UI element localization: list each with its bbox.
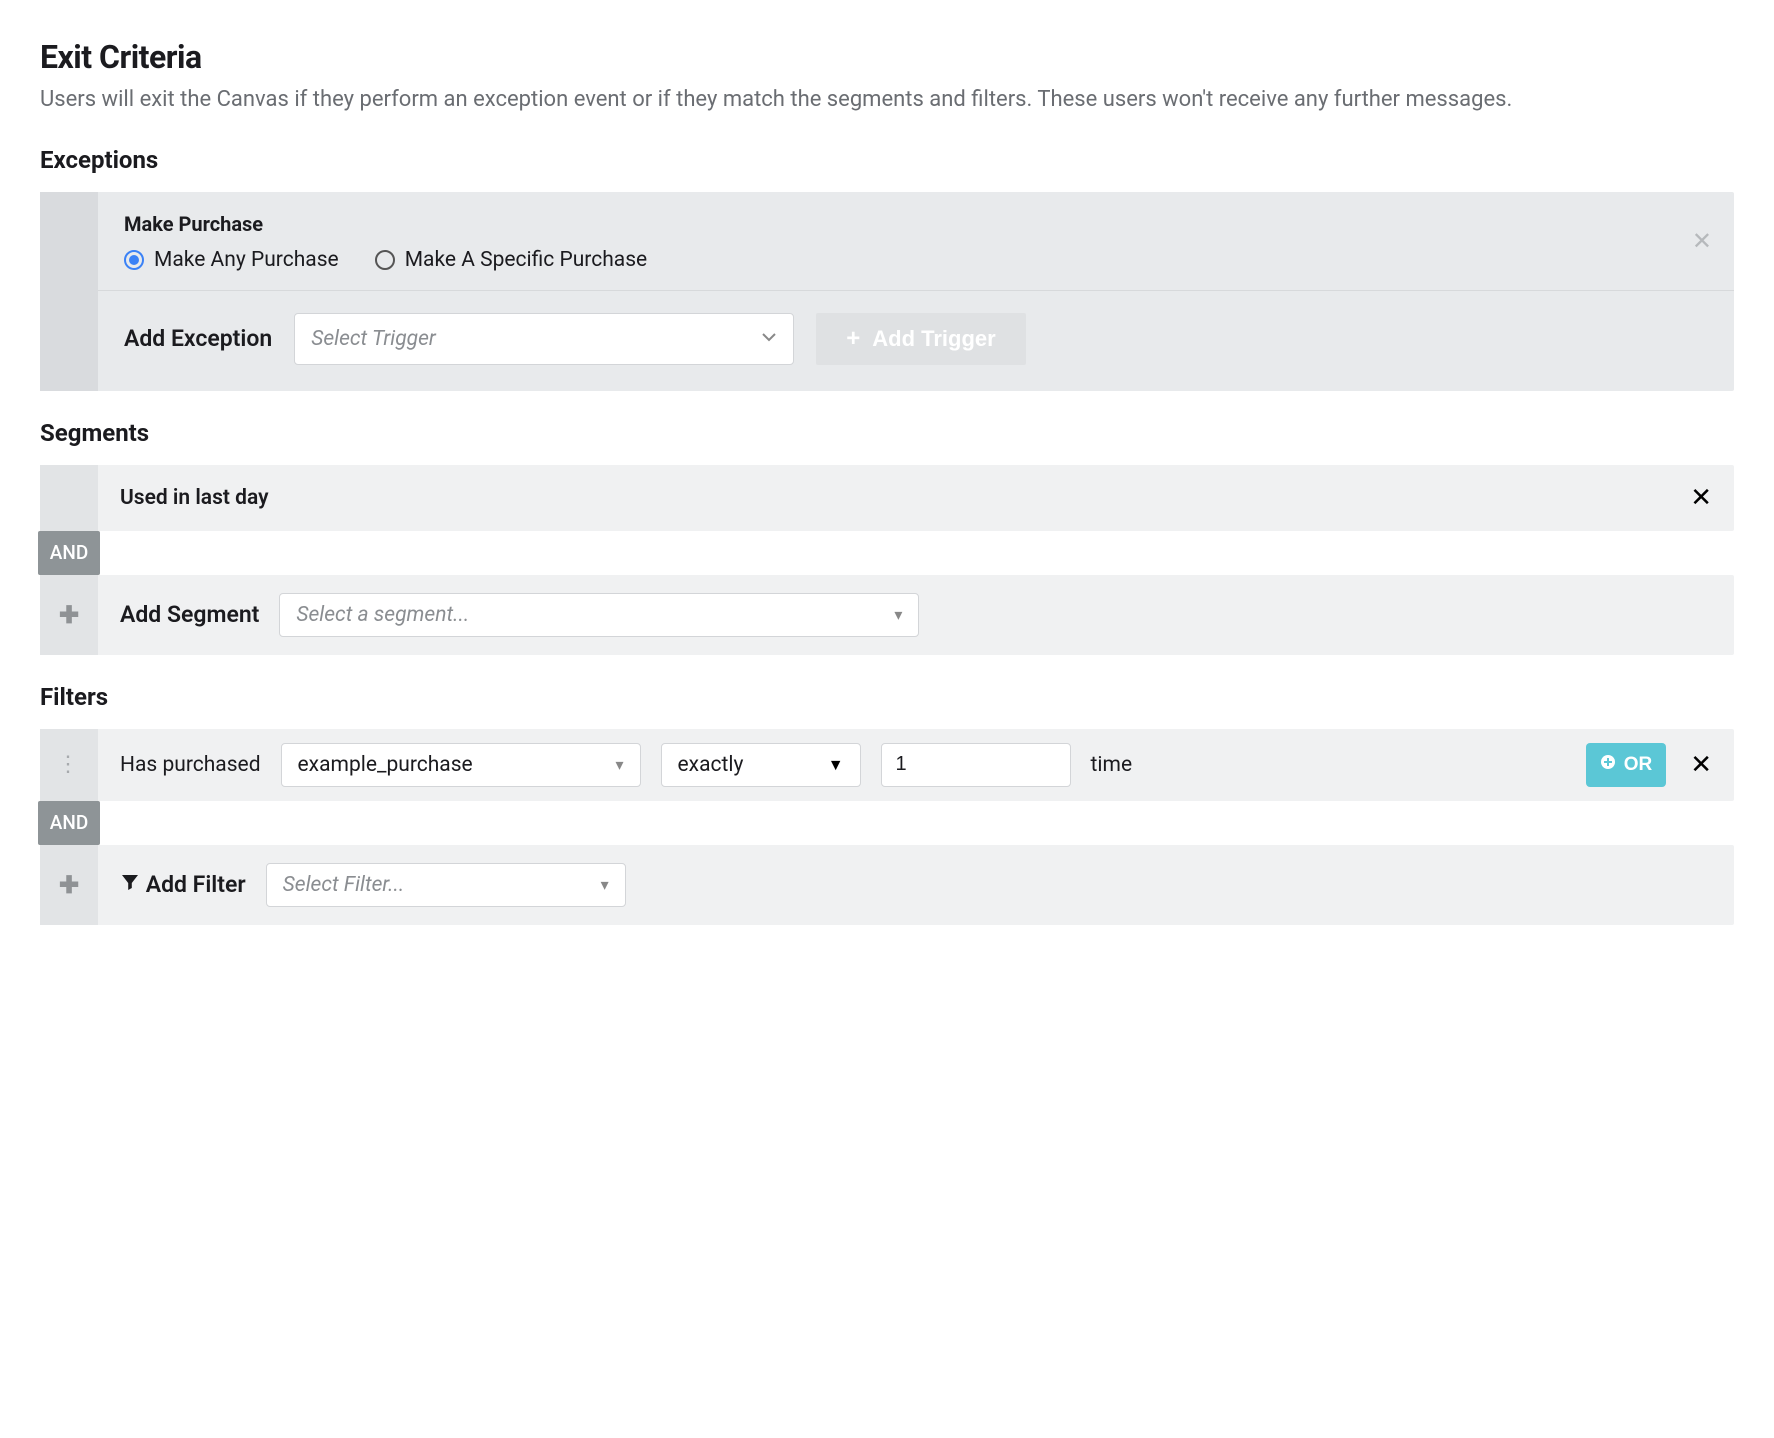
add-segment-row: ✚ Add Segment Select a segment... ▾	[40, 575, 1734, 655]
filter-comparator-dropdown[interactable]: exactly ▼	[661, 743, 861, 787]
funnel-icon	[120, 871, 140, 891]
radio-specific-label: Make A Specific Purchase	[405, 248, 647, 272]
remove-segment-icon[interactable]: ✕	[1690, 485, 1712, 511]
select-filter-placeholder: Select Filter...	[283, 873, 405, 897]
remove-filter-icon[interactable]: ✕	[1690, 752, 1712, 778]
caret-down-icon: ▾	[616, 755, 624, 774]
select-trigger-placeholder: Select Trigger	[311, 327, 436, 351]
chevron-down-icon	[761, 329, 777, 349]
segment-handle[interactable]	[40, 465, 98, 531]
select-filter-dropdown[interactable]: Select Filter... ▾	[266, 863, 626, 907]
page-description: Users will exit the Canvas if they perfo…	[40, 84, 1734, 116]
exceptions-handle	[40, 192, 98, 391]
add-trigger-button[interactable]: + Add Trigger	[816, 313, 1025, 365]
add-segment-handle[interactable]: ✚	[40, 575, 98, 655]
plus-icon: ✚	[59, 873, 79, 897]
segments-and-pill: AND	[38, 531, 100, 575]
circle-plus-icon	[1600, 754, 1616, 775]
or-label: OR	[1624, 754, 1653, 776]
filter-comparator-value: exactly	[678, 753, 744, 777]
add-filter-label: Add Filter	[120, 871, 246, 898]
segment-label: Used in last day	[120, 486, 269, 510]
exceptions-heading: Exceptions	[40, 146, 1734, 174]
radio-make-specific-purchase[interactable]: Make A Specific Purchase	[375, 248, 647, 272]
add-exception-label: Add Exception	[124, 325, 272, 352]
segment-row: Used in last day ✕	[40, 465, 1734, 531]
add-filter-row: ✚ Add Filter Select Filter... ▾	[40, 845, 1734, 925]
filter-drag-handle[interactable]: ⋮	[40, 729, 98, 801]
segments-heading: Segments	[40, 419, 1734, 447]
drag-dots-icon: ⋮	[57, 762, 81, 768]
close-icon[interactable]: ✕	[1692, 229, 1712, 253]
add-trigger-label: Add Trigger	[872, 326, 995, 352]
radio-unchecked-icon	[375, 250, 395, 270]
page-title: Exit Criteria	[40, 38, 1734, 76]
filters-and-pill: AND	[38, 801, 100, 845]
select-trigger-dropdown[interactable]: Select Trigger	[294, 313, 794, 365]
filter-product-dropdown[interactable]: example_purchase ▾	[281, 743, 641, 787]
filter-row: ⋮ Has purchased example_purchase ▾ exact…	[40, 729, 1734, 801]
plus-icon: ✚	[59, 603, 79, 627]
add-filter-handle[interactable]: ✚	[40, 845, 98, 925]
caret-down-icon: ▾	[601, 875, 609, 894]
filter-prefix: Has purchased	[120, 753, 261, 777]
caret-down-icon: ▾	[894, 605, 902, 624]
select-segment-dropdown[interactable]: Select a segment... ▾	[279, 593, 919, 637]
radio-any-label: Make Any Purchase	[154, 248, 339, 272]
add-filter-text: Add Filter	[146, 871, 246, 898]
select-segment-placeholder: Select a segment...	[296, 603, 469, 627]
or-button[interactable]: OR	[1586, 743, 1667, 787]
exception-block-title: Make Purchase	[124, 212, 1708, 236]
exceptions-card: Make Purchase Make Any Purchase Make A S…	[40, 192, 1734, 391]
filter-count-input[interactable]	[881, 743, 1071, 787]
radio-make-any-purchase[interactable]: Make Any Purchase	[124, 248, 339, 272]
filter-suffix: time	[1091, 753, 1133, 777]
filter-product-value: example_purchase	[298, 753, 473, 777]
add-segment-label: Add Segment	[120, 601, 259, 628]
plus-icon: +	[846, 327, 860, 351]
caret-down-icon: ▼	[828, 755, 844, 775]
filters-heading: Filters	[40, 683, 1734, 711]
radio-checked-icon	[124, 250, 144, 270]
